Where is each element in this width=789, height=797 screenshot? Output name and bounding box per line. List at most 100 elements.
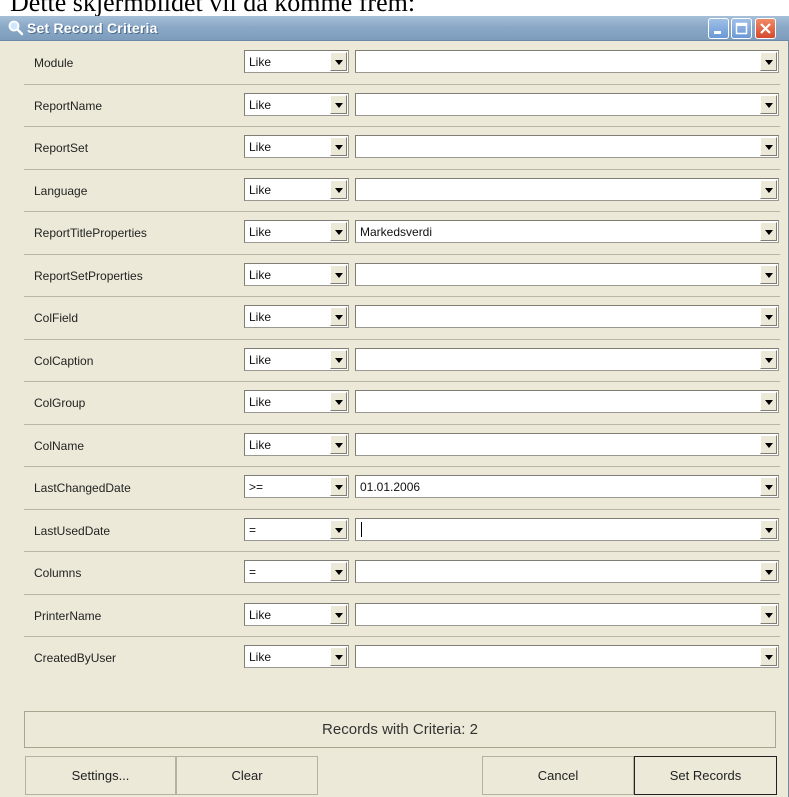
dropdown-arrow-icon[interactable] (760, 137, 777, 156)
maximize-icon (735, 22, 748, 35)
operator-dropdown[interactable]: Like (244, 602, 349, 626)
dropdown-arrow-icon[interactable] (760, 647, 777, 666)
dropdown-arrow-icon[interactable] (760, 519, 777, 539)
dropdown-arrow-icon[interactable] (760, 477, 777, 496)
field-label: Language (34, 183, 88, 198)
dropdown-arrow-icon[interactable] (330, 307, 347, 326)
dropdown-arrow-icon[interactable] (330, 94, 347, 114)
dropdown-arrow-icon[interactable] (760, 604, 777, 624)
close-icon (760, 23, 771, 34)
dropdown-arrow-icon[interactable] (330, 604, 347, 624)
dropdown-arrow-icon[interactable] (330, 264, 347, 284)
dropdown-arrow-icon[interactable] (330, 519, 347, 539)
operator-dropdown[interactable]: = (244, 560, 349, 583)
operator-value: Like (249, 140, 272, 154)
value-combobox[interactable] (355, 602, 779, 626)
dropdown-arrow-icon[interactable] (760, 392, 777, 411)
value-combobox[interactable] (355, 135, 779, 158)
dropdown-arrow-icon[interactable] (760, 434, 777, 454)
dropdown-arrow-icon[interactable] (760, 562, 777, 581)
value-combobox[interactable] (355, 645, 779, 668)
dropdown-arrow-icon[interactable] (330, 562, 347, 581)
dropdown-arrow-icon[interactable] (760, 264, 777, 284)
field-label: ColCaption (34, 353, 94, 368)
dropdown-arrow-icon[interactable] (760, 94, 777, 114)
clear-button[interactable]: Clear (176, 756, 318, 795)
operator-value: Like (249, 55, 272, 69)
criteria-row-colfield: ColField Like (24, 297, 780, 340)
close-button[interactable] (755, 18, 776, 39)
value-combobox[interactable] (355, 517, 779, 541)
records-status-bar: Records with Criteria: 2 (24, 711, 776, 748)
operator-dropdown[interactable]: = (244, 517, 349, 541)
operator-value: Like (249, 267, 272, 282)
dropdown-arrow-icon[interactable] (760, 179, 777, 199)
operator-dropdown[interactable]: Like (244, 220, 349, 243)
dropdown-arrow-icon[interactable] (330, 52, 347, 71)
operator-dropdown[interactable]: >= (244, 475, 349, 498)
title-bar[interactable]: Set Record Criteria (0, 16, 789, 41)
dropdown-arrow-icon[interactable] (760, 222, 777, 241)
operator-dropdown[interactable]: Like (244, 432, 349, 456)
dropdown-arrow-icon[interactable] (330, 477, 347, 496)
dropdown-arrow-icon[interactable] (760, 349, 777, 369)
value-combobox[interactable] (355, 390, 779, 413)
operator-dropdown[interactable]: Like (244, 135, 349, 158)
operator-value: >= (249, 480, 264, 494)
field-label: ReportTitleProperties (34, 226, 147, 240)
operator-value: Like (249, 437, 272, 452)
operator-dropdown[interactable]: Like (244, 177, 349, 201)
value-combobox[interactable]: Markedsverdi (355, 220, 779, 243)
maximize-button[interactable] (731, 18, 752, 39)
operator-dropdown[interactable]: Like (244, 645, 349, 668)
criteria-rows: Module Like ReportName Like ReportSet Li… (24, 42, 780, 680)
criteria-row-colcaption: ColCaption Like (24, 340, 780, 382)
operator-dropdown[interactable]: Like (244, 50, 349, 73)
operator-dropdown[interactable]: Like (244, 390, 349, 413)
dropdown-arrow-icon[interactable] (760, 307, 777, 326)
value-combobox[interactable] (355, 432, 779, 456)
operator-dropdown[interactable]: Like (244, 347, 349, 371)
operator-value: Like (249, 225, 272, 239)
value-combobox[interactable] (355, 347, 779, 371)
criteria-row-printername: PrinterName Like (24, 595, 780, 637)
criteria-row-language: Language Like (24, 170, 780, 212)
operator-value: = (249, 522, 257, 537)
field-label: ColGroup (34, 396, 86, 410)
operator-dropdown[interactable]: Like (244, 262, 349, 286)
operator-dropdown[interactable]: Like (244, 92, 349, 116)
field-label: CreatedByUser (34, 651, 117, 665)
criteria-row-columns: Columns = (24, 552, 780, 595)
value-combobox[interactable] (355, 92, 779, 116)
field-label: ReportSetProperties (34, 268, 143, 283)
minimize-icon (714, 31, 721, 34)
dropdown-arrow-icon[interactable] (760, 52, 777, 71)
operator-value: = (249, 565, 257, 579)
field-label: Module (34, 56, 74, 70)
dropdown-arrow-icon[interactable] (330, 434, 347, 454)
value-combobox[interactable] (355, 262, 779, 286)
field-label: ColField (34, 311, 79, 325)
operator-dropdown[interactable]: Like (244, 305, 349, 328)
settings-button[interactable]: Settings... (25, 756, 176, 795)
cancel-button[interactable]: Cancel (482, 756, 634, 795)
criteria-row-createdbyuser: CreatedByUser Like (24, 637, 780, 680)
criteria-row-reportsetproperties: ReportSetProperties Like (24, 255, 780, 297)
value-combobox[interactable] (355, 50, 779, 73)
value-combobox[interactable] (355, 560, 779, 583)
criteria-row-reporttitleproperties: ReportTitleProperties Like Markedsverdi (24, 212, 780, 255)
value-combobox[interactable] (355, 177, 779, 201)
dropdown-arrow-icon[interactable] (330, 349, 347, 369)
value-combobox[interactable] (355, 305, 779, 328)
dropdown-arrow-icon[interactable] (330, 137, 347, 156)
operator-value: Like (249, 607, 272, 622)
dropdown-arrow-icon[interactable] (330, 222, 347, 241)
dropdown-arrow-icon[interactable] (330, 392, 347, 411)
set-records-button[interactable]: Set Records (634, 756, 777, 795)
minimize-button[interactable] (708, 18, 729, 39)
operator-value: Like (249, 352, 272, 367)
value-combobox[interactable]: 01.01.2006 (355, 475, 779, 498)
operator-value: Like (249, 97, 272, 112)
dropdown-arrow-icon[interactable] (330, 179, 347, 199)
dropdown-arrow-icon[interactable] (330, 647, 347, 666)
